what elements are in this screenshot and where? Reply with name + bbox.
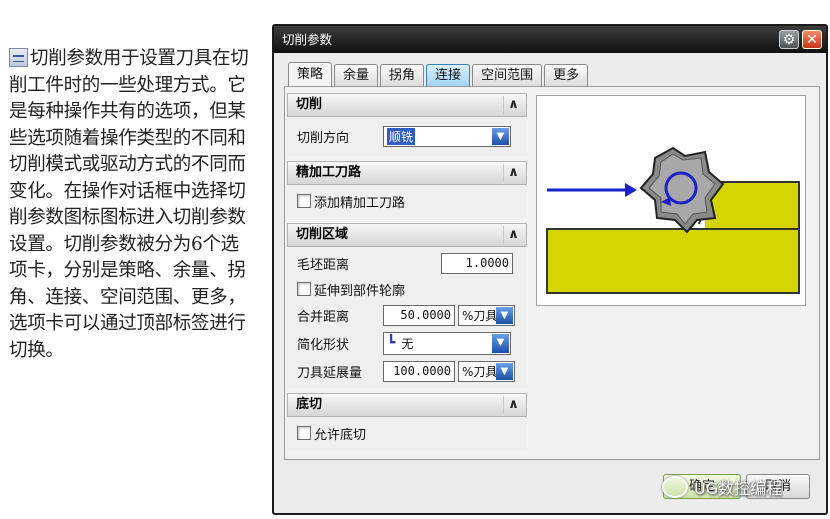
- climb-milling-diagram: [546, 146, 800, 294]
- tab-bar: 策略 余量 拐角 连接 空间范围 更多: [288, 62, 590, 87]
- allow-undercut-checkbox[interactable]: [297, 426, 311, 440]
- intro-paragraph: 切削参数用于设置刀具在切削工件时的一些处理方式。它是每种操作共有的选项，但某些选…: [9, 46, 253, 364]
- chevron-up-icon[interactable]: ∧: [503, 396, 523, 414]
- dialog-title: 切削参数: [282, 32, 333, 47]
- group-header-undercut[interactable]: 底切 ∧: [287, 393, 527, 417]
- group-title: 切削区域: [296, 227, 349, 242]
- close-icon[interactable]: ✕: [802, 30, 822, 49]
- tab-content-panel: 切削 ∧ 切削方向 顺铣 ▼ 精加工刀路 ∧ 添加精加工刀路 切削区域 ∧ 毛坯…: [284, 86, 820, 460]
- intro-text: 切削参数用于设置刀具在切削工件时的一些处理方式。它是每种操作共有的选项，但某些选…: [9, 48, 249, 361]
- add-finish-label: 添加精加工刀路: [314, 195, 406, 211]
- arrow-head-icon: [625, 183, 637, 197]
- simplify-shape-select[interactable]: ┗ 无 ▼: [383, 331, 511, 355]
- wechat-icon: [662, 476, 688, 498]
- tab-stock[interactable]: 余量: [334, 64, 379, 87]
- chevron-up-icon[interactable]: ∧: [503, 226, 523, 244]
- merge-distance-label: 合并距离: [297, 309, 350, 325]
- milling-cutter-icon: [639, 146, 725, 234]
- group-finish-passes: 精加工刀路 ∧ 添加精加工刀路: [287, 161, 527, 218]
- chevron-down-icon: ▼: [496, 362, 513, 380]
- group-cutting: 切削 ∧ 切削方向 顺铣 ▼: [287, 93, 527, 156]
- cut-direction-select[interactable]: 顺铣 ▼: [383, 125, 511, 147]
- group-header-area[interactable]: 切削区域 ∧: [287, 223, 527, 247]
- tab-strategy[interactable]: 策略: [288, 62, 333, 87]
- merge-distance-input[interactable]: 50.0000: [383, 304, 455, 326]
- simplify-shape-value: 无: [401, 336, 414, 351]
- cut-direction-value: 顺铣: [387, 127, 416, 145]
- extend-to-part-label: 延伸到部件轮廓: [314, 283, 406, 299]
- chevron-up-icon[interactable]: ∧: [503, 164, 523, 182]
- tab-connections[interactable]: 连接: [426, 64, 471, 87]
- watermark-text: UG数控编程: [694, 479, 783, 498]
- tool-extension-label: 刀具延展量: [297, 365, 363, 381]
- settings-column: 切削 ∧ 切削方向 顺铣 ▼ 精加工刀路 ∧ 添加精加工刀路 切削区域 ∧ 毛坯…: [287, 93, 527, 455]
- add-finish-checkbox[interactable]: [297, 194, 311, 208]
- merge-unit-select[interactable]: %刀具 ▼: [458, 304, 515, 326]
- merge-unit-value: %刀具: [462, 308, 498, 323]
- tab-more[interactable]: 更多: [544, 64, 589, 87]
- gear-icon[interactable]: ⚙: [779, 30, 799, 49]
- tab-containment[interactable]: 空间范围: [472, 64, 543, 87]
- corner-shape-icon: ┗: [387, 335, 396, 351]
- extend-to-part-checkbox[interactable]: [297, 282, 311, 296]
- dialog-titlebar[interactable]: 切削参数 ⚙ ✕: [274, 26, 826, 53]
- tool-extension-unit-value: %刀具: [462, 364, 498, 379]
- cut-params-dialog: 切削参数 ⚙ ✕ 策略 余量 拐角 连接 空间范围 更多 切削 ∧ 切削方向 顺…: [272, 24, 828, 515]
- blank-distance-label: 毛坯距离: [297, 257, 350, 273]
- watermark: UG数控编程: [662, 472, 812, 502]
- chevron-up-icon[interactable]: ∧: [503, 96, 523, 114]
- tab-corners[interactable]: 拐角: [380, 64, 425, 87]
- group-undercut: 底切 ∧ 允许底切: [287, 393, 527, 450]
- group-cut-area: 切削区域 ∧ 毛坯距离 1.0000 延伸到部件轮廓 合并距离 50.0000: [287, 223, 527, 388]
- group-header-cutting[interactable]: 切削 ∧: [287, 93, 527, 117]
- chevron-down-icon: ▼: [496, 306, 513, 324]
- allow-undercut-label: 允许底切: [314, 427, 367, 443]
- group-title: 底切: [296, 397, 323, 412]
- simplify-shape-label: 简化形状: [297, 337, 350, 353]
- group-header-finish[interactable]: 精加工刀路 ∧: [287, 161, 527, 185]
- blank-distance-input[interactable]: 1.0000: [441, 252, 513, 274]
- cut-params-icon: [9, 48, 28, 67]
- tool-extension-unit-select[interactable]: %刀具 ▼: [458, 360, 515, 382]
- group-title: 精加工刀路: [296, 165, 362, 180]
- tool-extension-input[interactable]: 100.0000: [383, 360, 455, 382]
- preview-illustration: [536, 95, 806, 306]
- chevron-down-icon: ▼: [492, 127, 509, 145]
- group-title: 切削: [296, 97, 323, 112]
- chevron-down-icon: ▼: [492, 333, 509, 353]
- cut-direction-label: 切削方向: [297, 130, 350, 146]
